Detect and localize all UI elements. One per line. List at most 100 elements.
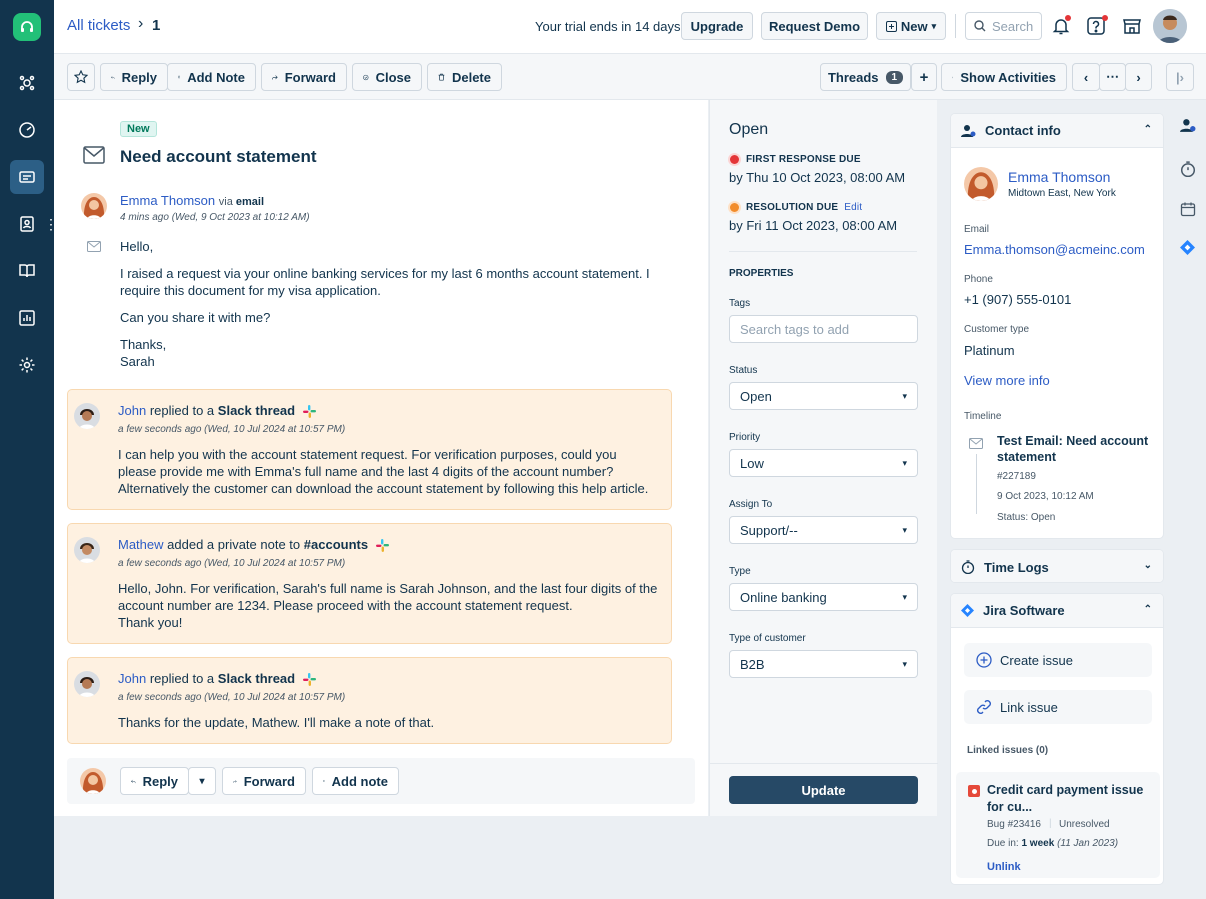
show-activities-button[interactable]: Show Activities [941,63,1067,91]
reply-bar-add-note-button[interactable]: Add note [312,767,399,795]
contact-info-header[interactable]: Contact info ⌃ [951,114,1163,148]
reply-button[interactable]: Reply [100,63,168,91]
timeline-line [976,454,977,514]
update-footer: Update [710,763,938,816]
update-button[interactable]: Update [729,776,918,804]
note-target[interactable]: Slack thread [218,403,295,418]
first-response-value: by Thu 10 Oct 2023, 08:00 AM [729,170,906,185]
contact-app-icon[interactable] [1180,118,1196,133]
slack-icon [302,405,316,419]
sender-name[interactable]: Emma Thomson [120,193,215,208]
user-avatar[interactable] [1153,9,1187,43]
resolution-edit-link[interactable]: Edit [844,202,862,213]
john-avatar [74,671,100,697]
status-value: Open [740,388,772,404]
nav-contacts-icon[interactable] [10,207,44,241]
more-options-button[interactable]: ⋯ [1099,63,1126,91]
reply-options-dropdown[interactable]: ▾ [188,767,216,795]
jira-app-icon[interactable] [1180,240,1195,255]
trial-notice: Your trial ends in 14 days [535,19,681,34]
note-text: Thanks for the update, Mathew. I'll make… [118,715,435,730]
timeline-title[interactable]: Test Email: Need account statement [997,433,1157,465]
contact-email[interactable]: Emma.thomson@acmeinc.com [964,242,1145,257]
sender-avatar [81,193,107,219]
plus-icon: + [919,68,929,86]
note-text: Hello, John. For verification, Sarah's f… [118,581,658,613]
note-author[interactable]: Mathew [118,537,164,552]
marketplace-store-icon[interactable] [1120,14,1144,38]
note-target[interactable]: Slack thread [218,671,295,686]
type-value: Online banking [740,589,827,605]
unlink-link[interactable]: Unlink [987,861,1021,873]
note-target[interactable]: #accounts [304,537,368,552]
issue-title[interactable]: Credit card payment issue for cu... [987,782,1152,816]
delete-label: Delete [451,69,491,85]
email-label: Email [964,224,990,235]
type-select[interactable]: Online banking ▾ [729,583,918,611]
upgrade-button[interactable]: Upgrade [681,12,753,40]
note-header: John replied to a Slack thread [118,671,316,687]
customer-type-select[interactable]: B2B ▾ [729,650,918,678]
note-action: replied to a [149,403,215,418]
nav-gauge-icon[interactable] [10,113,44,147]
time-log-app-icon[interactable] [1180,161,1196,177]
app-logo-icon[interactable] [13,13,41,41]
customer-type-label: Type of customer [729,633,806,644]
top-bar: All tickets › 1 Your trial ends in 14 da… [54,0,1206,54]
nav-knowledge-base-icon[interactable] [10,254,44,288]
divider [955,14,956,38]
status-select[interactable]: Open ▾ [729,382,918,410]
reply-icon [111,75,115,79]
nav-tickets-icon[interactable] [10,160,44,194]
reply-bar-reply-button[interactable]: Reply [120,767,189,795]
search-input[interactable]: Search [965,12,1042,40]
threads-button[interactable]: Threads 1 [820,63,911,91]
assign-select[interactable]: Support/-- ▾ [729,516,918,544]
priority-value: Low [740,455,764,471]
request-demo-button[interactable]: Request Demo [761,12,868,40]
left-sidebar: ⋮ [0,0,58,899]
contact-location: Midtown East, New York [1008,188,1116,199]
create-issue-button[interactable]: Create issue [964,643,1152,677]
timeline-id: #227189 [997,471,1036,482]
note-author[interactable]: John [118,671,146,686]
body-line: Sarah [120,354,155,369]
add-thread-button[interactable]: + [911,63,937,91]
new-dropdown-button[interactable]: New ▾ [876,12,946,40]
link-icon [977,700,991,714]
john-avatar [74,403,100,429]
priority-select[interactable]: Low ▾ [729,449,918,477]
star-button[interactable] [67,63,95,91]
breadcrumb-all-tickets[interactable]: All tickets [67,17,130,34]
reply-bar-forward-button[interactable]: Forward [222,767,306,795]
contact-name[interactable]: Emma Thomson [1008,169,1110,185]
contact-info-title: Contact info [985,123,1061,138]
add-note-label: Add note [331,773,388,789]
linked-issue-card[interactable]: Credit card payment issue for cu... Bug … [956,772,1160,878]
help-notification-dot [1102,15,1108,21]
plus-box-icon [885,20,897,32]
next-ticket-button[interactable]: › [1125,63,1152,91]
note-time: a few seconds ago (Wed, 10 Jul 2024 at 1… [118,424,346,435]
collapse-panel-button[interactable]: |› [1166,63,1194,91]
reply-label: Reply [142,773,178,789]
nav-analytics-icon[interactable] [10,301,44,335]
forward-button[interactable]: Forward [261,63,347,91]
jira-icon [961,604,974,617]
tags-input[interactable]: Search tags to add [729,315,918,343]
agent-avatar [80,768,106,794]
first-response-label: FIRST RESPONSE DUE [746,154,861,165]
jira-header[interactable]: Jira Software ⌃ [951,594,1163,628]
time-logs-header[interactable]: Time Logs ⌄ [951,550,1163,582]
note-author[interactable]: John [118,403,146,418]
nav-dashboard-icon[interactable] [10,66,44,100]
link-issue-button[interactable]: Link issue [964,690,1152,724]
add-note-button[interactable]: Add Note [167,63,256,91]
nav-settings-icon[interactable] [10,348,44,382]
forward-label: Forward [284,69,336,85]
previous-ticket-button[interactable]: ‹ [1072,63,1100,91]
calendar-app-icon[interactable] [1180,201,1196,217]
close-ticket-button[interactable]: Close [352,63,422,91]
view-more-info-link[interactable]: View more info [964,373,1050,388]
delete-button[interactable]: Delete [427,63,502,91]
